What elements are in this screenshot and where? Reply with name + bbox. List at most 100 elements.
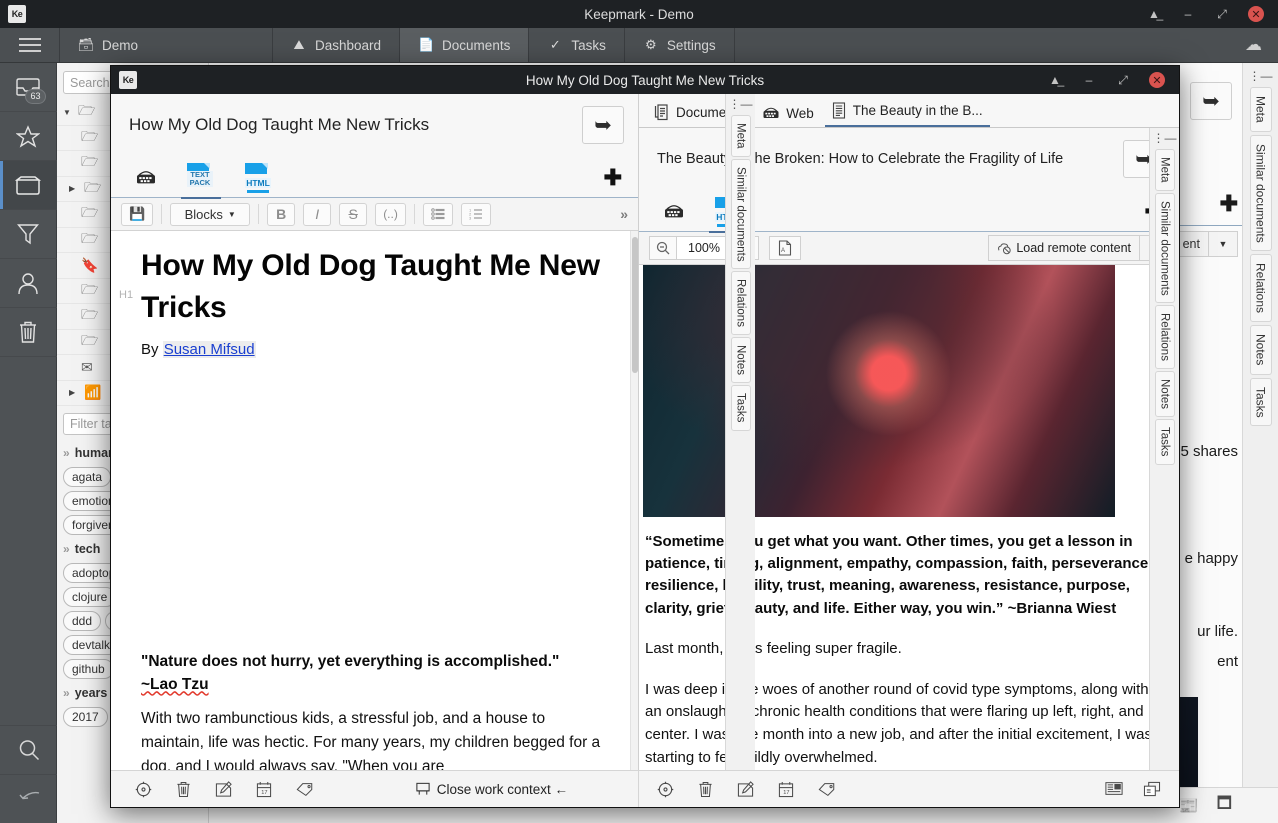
main-tab-dashboard[interactable]: ⛰ Dashboard (273, 28, 400, 62)
rail-item-filter[interactable] (0, 210, 57, 259)
save-icon[interactable]: 💾 (121, 203, 153, 226)
add-icon[interactable]: ✚ (604, 165, 622, 191)
new-window-icon[interactable]: 🗖 (1217, 792, 1232, 819)
eject-icon[interactable]: ▲̲ (1146, 6, 1162, 22)
chevron-down-icon[interactable]: ▼ (1208, 231, 1238, 257)
zoom-out-icon[interactable] (649, 236, 677, 260)
tag-chip[interactable]: clojure (63, 587, 116, 607)
pin-icon[interactable]: ⋮— (1249, 69, 1273, 83)
share-arrow-icon[interactable]: ➥ (582, 106, 624, 144)
main-tab-settings[interactable]: ⚙ Settings (625, 28, 735, 62)
target-icon[interactable] (135, 781, 152, 798)
zoom-level-value[interactable]: 100% (677, 236, 731, 260)
numbered-list-icon[interactable]: 1 2 3 (461, 203, 491, 226)
side-tab-similar-documents[interactable]: Similar documents (731, 159, 751, 270)
main-tab-documents[interactable]: 📄 Documents (400, 28, 529, 62)
share-arrow-icon[interactable]: ➥ (1190, 82, 1232, 120)
side-tab-relations[interactable]: Relations (1155, 305, 1175, 369)
side-tab-meta[interactable]: Meta (1155, 149, 1175, 191)
edit-icon[interactable] (215, 781, 232, 798)
tab-web[interactable]: Web (755, 101, 821, 127)
format-tab-web[interactable] (657, 192, 691, 232)
edit-icon[interactable] (737, 781, 754, 798)
load-remote-content-button[interactable]: Load remote content (988, 235, 1139, 261)
bold-button[interactable]: B (267, 203, 295, 226)
minimize-icon[interactable]: – (1081, 72, 1097, 88)
side-tab-notes[interactable]: Notes (731, 337, 751, 383)
tag-chip[interactable]: github (63, 659, 114, 679)
restore-icon[interactable]: ⤢ (1115, 72, 1131, 88)
eject-icon[interactable]: ▲̲ (1047, 72, 1063, 88)
tag-chip[interactable]: 2017 (63, 707, 108, 727)
add-icon[interactable]: ✚ (1220, 191, 1238, 217)
close-work-context-button[interactable]: Close work context ← (415, 781, 568, 797)
italic-button[interactable]: I (303, 203, 331, 226)
side-tab-relations[interactable]: Relations (731, 271, 751, 335)
side-tab-notes[interactable]: Notes (1155, 371, 1175, 417)
editor-scrollbar[interactable] (630, 231, 638, 770)
format-tab-textpack[interactable]: TEXT PACK (181, 158, 221, 198)
toolbar-overflow-button[interactable]: » (620, 206, 628, 222)
side-tab-tasks[interactable]: Tasks (1250, 378, 1272, 427)
new-window-icon[interactable] (1143, 781, 1161, 797)
side-tab-tasks[interactable]: Tasks (1155, 419, 1175, 464)
side-tab-notes[interactable]: Notes (1250, 325, 1272, 374)
reading-view-icon[interactable] (1105, 781, 1123, 797)
strikethrough-button[interactable]: S (339, 203, 367, 226)
format-tab-web[interactable] (129, 158, 163, 198)
side-tab-meta[interactable]: Meta (1250, 87, 1272, 132)
editor-area[interactable]: H1 How My Old Dog Taught Me New Tricks B… (111, 231, 638, 770)
tag-chip[interactable]: agata (63, 467, 111, 487)
rail-item-starred[interactable] (0, 112, 57, 161)
tag-icon[interactable] (296, 782, 314, 797)
main-tab-tasks[interactable]: ✓ Tasks (529, 28, 625, 62)
calendar-icon[interactable]: 17 (256, 781, 272, 798)
background-load-remote-control[interactable]: ent ▼ (1174, 231, 1238, 257)
right-format-tabs: HTML ✚ (639, 188, 1179, 232)
tag-icon[interactable] (818, 782, 836, 797)
scrollbar-thumb[interactable] (632, 237, 638, 373)
side-tab-tasks[interactable]: Tasks (731, 385, 751, 430)
trash-icon[interactable] (698, 781, 713, 798)
menu-hamburger-icon[interactable] (0, 28, 60, 62)
target-icon[interactable] (657, 781, 674, 798)
side-tab-similar-documents[interactable]: Similar documents (1155, 193, 1175, 304)
reading-view-icon[interactable]: 📰 (1179, 796, 1199, 816)
cloud-sync-icon[interactable]: ☁ (1245, 28, 1278, 62)
tag-chip[interactable]: ddd (63, 611, 101, 631)
chevron-down-icon[interactable]: ▼ (63, 108, 73, 117)
close-icon[interactable]: ✕ (1149, 72, 1165, 88)
side-tab-relations[interactable]: Relations (1250, 254, 1272, 322)
load-remote-content-control[interactable]: Load remote content ▼ (988, 235, 1169, 261)
minimize-icon[interactable]: – (1180, 6, 1196, 22)
bullet-list-icon[interactable] (423, 203, 453, 226)
byline-author-link[interactable]: Susan Mifsud (163, 341, 256, 358)
rail-item-folders[interactable] (0, 161, 57, 210)
export-pdf-icon[interactable]: A (769, 236, 801, 260)
trash-icon[interactable] (176, 781, 191, 798)
main-tab-demo[interactable]: 🗃 Demo (60, 28, 273, 62)
pin-icon[interactable]: ⋮— (729, 97, 753, 111)
rail-item-people[interactable] (0, 259, 57, 308)
format-tab-html[interactable]: HTML (239, 158, 279, 198)
rail-item-search[interactable] (0, 725, 57, 774)
calendar-icon[interactable]: 17 (778, 781, 794, 798)
viewer-image-broken-heart (643, 265, 1115, 517)
side-tab-similar-documents[interactable]: Similar documents (1250, 135, 1272, 252)
restore-icon[interactable]: ⤢ (1214, 6, 1230, 22)
pin-icon[interactable]: ⋮— (1153, 131, 1177, 145)
blocks-dropdown[interactable]: Blocks ▼ (170, 203, 250, 226)
side-tab-meta[interactable]: Meta (731, 115, 751, 157)
editor-quote-line2: ~Lao Tzu (141, 676, 209, 693)
editor-heading[interactable]: How My Old Dog Taught Me New Tricks (141, 245, 608, 329)
viewer-area[interactable]: “Sometimes you get what you want. Other … (639, 265, 1179, 770)
rail-item-undo[interactable] (0, 774, 57, 823)
rail-item-trash[interactable] (0, 308, 57, 357)
chevron-right-icon[interactable]: ▶ (69, 184, 79, 193)
editor-content[interactable]: H1 How My Old Dog Taught Me New Tricks B… (111, 231, 630, 770)
rail-item-inbox[interactable]: 63 (0, 63, 57, 112)
tab-the-beauty-in-the-broken[interactable]: The Beauty in the B... (825, 97, 990, 127)
chevron-right-icon[interactable]: ▶ (69, 388, 79, 397)
close-icon[interactable]: ✕ (1248, 6, 1264, 22)
code-button[interactable]: (..) (375, 203, 406, 226)
